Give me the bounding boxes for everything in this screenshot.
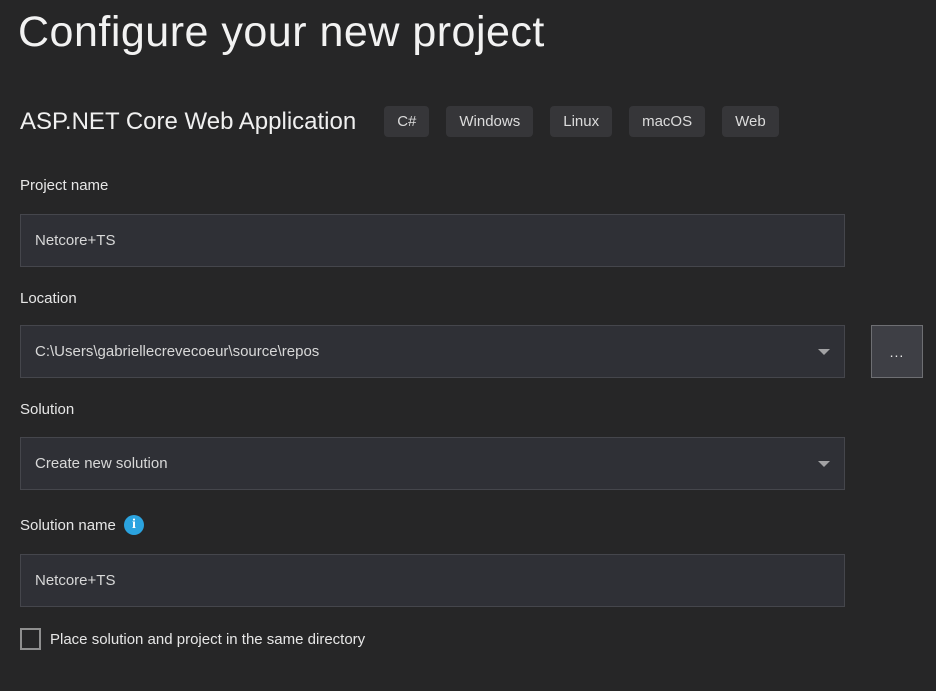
solution-name-label: Solution name (20, 517, 116, 534)
project-name-label: Project name (20, 177, 108, 194)
chevron-down-icon (818, 461, 830, 467)
tag-csharp: C# (384, 106, 429, 137)
location-value: C:\Users\gabriellecrevecoeur\source\repo… (35, 343, 818, 360)
template-header: ASP.NET Core Web Application C# Windows … (20, 106, 796, 137)
tag-web: Web (722, 106, 779, 137)
tag-linux: Linux (550, 106, 612, 137)
project-name-input[interactable] (20, 214, 845, 267)
solution-label: Solution (20, 401, 74, 418)
same-directory-checkbox[interactable] (20, 628, 41, 650)
solution-name-input[interactable] (20, 554, 845, 607)
solution-combobox[interactable]: Create new solution (20, 437, 845, 490)
same-directory-row: Place solution and project in the same d… (20, 628, 365, 650)
template-name: ASP.NET Core Web Application (20, 108, 356, 136)
page-title: Configure your new project (18, 8, 545, 57)
chevron-down-icon (818, 349, 830, 355)
tag-macos: macOS (629, 106, 705, 137)
location-combobox[interactable]: C:\Users\gabriellecrevecoeur\source\repo… (20, 325, 845, 378)
solution-value: Create new solution (35, 455, 818, 472)
info-icon[interactable]: i (124, 515, 144, 535)
same-directory-label: Place solution and project in the same d… (50, 631, 365, 648)
solution-name-label-row: Solution name i (20, 515, 144, 535)
location-label: Location (20, 290, 77, 307)
tag-windows: Windows (446, 106, 533, 137)
configure-project-dialog: Configure your new project ASP.NET Core … (0, 0, 936, 691)
browse-button[interactable]: ... (871, 325, 923, 378)
